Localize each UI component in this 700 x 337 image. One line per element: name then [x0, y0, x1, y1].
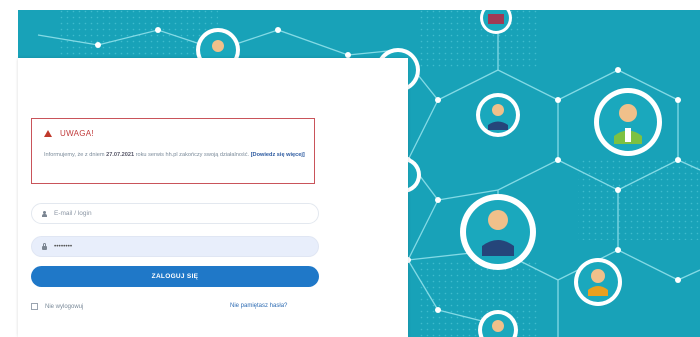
password-value: ••••••••	[54, 243, 73, 250]
forgot-password-link[interactable]: Nie pamiętasz hasła?	[230, 303, 287, 309]
warning-text-after: roku serwis hh.pl zakończy swoją działal…	[134, 152, 250, 158]
remember-checkbox[interactable]	[31, 303, 38, 310]
password-field[interactable]: ••••••••	[31, 236, 319, 257]
remember-me[interactable]: Nie wylogowuj	[31, 303, 83, 310]
email-field[interactable]: E-mail / login	[31, 203, 319, 224]
avatar-center-large	[460, 194, 536, 270]
email-placeholder: E-mail / login	[54, 210, 92, 217]
login-button[interactable]: ZALOGUJ SIĘ	[31, 266, 319, 287]
avatar-right-large	[594, 88, 662, 156]
login-panel: UWAGA! Informujemy, że z dniem 27.07.202…	[18, 58, 408, 337]
warning-date: 27.07.2021	[106, 152, 135, 158]
login-screen: UWAGA! Informujemy, że z dniem 27.07.202…	[0, 0, 700, 337]
lock-icon	[42, 242, 47, 250]
warning-message: Informujemy, że z dniem 27.07.2021 roku …	[44, 149, 309, 161]
warning-box: UWAGA! Informujemy, że z dniem 27.07.202…	[31, 118, 315, 184]
top-white-strip	[0, 0, 700, 10]
learn-more-link[interactable]: [Dowiedz się więcej]	[251, 152, 305, 158]
warning-text-before: Informujemy, że z dniem	[44, 152, 107, 158]
remember-label: Nie wylogowuj	[45, 303, 84, 310]
warning-triangle-icon	[44, 130, 52, 137]
avatar-middle	[476, 93, 520, 137]
avatar-right-small	[574, 258, 622, 306]
warning-title: UWAGA!	[60, 129, 94, 138]
user-icon	[42, 210, 47, 217]
warning-header: UWAGA!	[44, 129, 94, 138]
